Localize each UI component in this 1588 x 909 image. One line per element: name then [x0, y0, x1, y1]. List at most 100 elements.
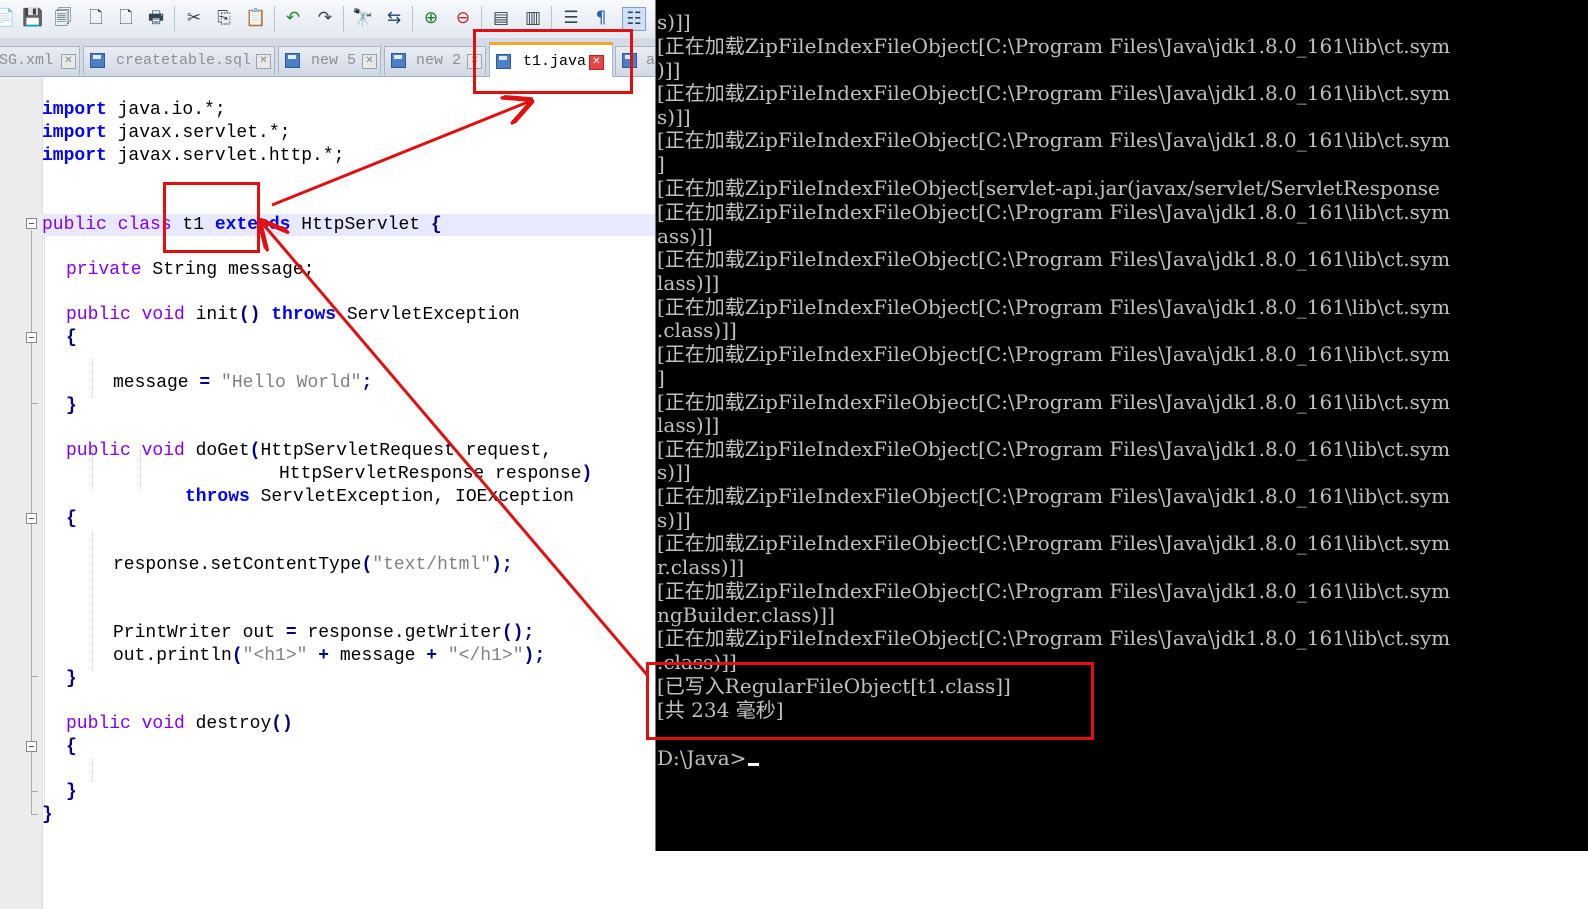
tab-createtable-sql[interactable]: createtable.sql ✕ — [83, 46, 275, 75]
save-all-icon[interactable]: 🗐 — [52, 7, 74, 29]
command-prompt-console[interactable]: s)]] [正在加载ZipFileIndexFileObject[C:\Progr… — [655, 0, 1588, 851]
desktop-background — [655, 851, 1588, 909]
replace-icon[interactable]: ⇆ — [383, 7, 405, 29]
zoom-out-icon[interactable]: ⊖ — [452, 7, 474, 29]
code-line: HttpServletResponse response) — [279, 463, 592, 485]
file-icon — [496, 54, 511, 69]
zoom-in-icon[interactable]: ⊕ — [420, 7, 442, 29]
redo-icon[interactable]: ↷ — [314, 7, 336, 29]
console-line: ngBuilder.class)]] — [657, 603, 835, 627]
sync-scroll-horizontal-icon[interactable]: ▥ — [522, 7, 544, 29]
code-line: response.setContentType("text/html"); — [113, 554, 513, 576]
code-text: ServletException, IOException — [249, 487, 574, 507]
code-text: message — [339, 646, 416, 666]
code-text: response.getWriter — [296, 623, 502, 643]
code-text: ServletException — [336, 305, 520, 325]
tab-t1-java[interactable]: t1.java ✕ — [489, 42, 613, 78]
brace: { — [66, 328, 77, 348]
operator: + — [415, 646, 448, 666]
fold-end-tick — [31, 676, 38, 677]
fold-end-tick — [31, 791, 38, 792]
close-icon[interactable]: ✕ — [256, 54, 271, 69]
fold-toggle-icon[interactable] — [26, 332, 37, 343]
operator: (); — [501, 623, 535, 643]
print-icon[interactable]: 🖶 — [145, 7, 167, 29]
indent-guide-icon[interactable]: ☷ — [622, 7, 646, 31]
code-line: import java.io.*; — [42, 99, 226, 121]
fold-toggle-icon[interactable] — [26, 513, 37, 524]
code-line: public void doGet(HttpServletRequest req… — [66, 440, 552, 462]
close-icon[interactable]: ✕ — [589, 55, 604, 70]
tab-sg-xml[interactable]: SG.xml ✕ — [0, 46, 80, 75]
console-line: lass)]] — [657, 271, 720, 295]
code-line: out.println("<h1>" + message + "</h1>"); — [113, 645, 545, 667]
find-icon[interactable]: 🔭 — [352, 7, 374, 29]
file-icon — [90, 53, 105, 68]
fold-end-tick — [31, 403, 38, 404]
code-text: message — [113, 373, 200, 393]
code-line: } — [66, 668, 77, 690]
fold-toggle-icon[interactable] — [26, 218, 37, 229]
brace: { — [66, 509, 77, 529]
close-all-icon[interactable]: 🗋 — [115, 7, 137, 29]
console-line: [正在加载ZipFileIndexFileObject[C:\Program F… — [657, 390, 1451, 414]
copy-icon[interactable]: ⎘ — [213, 7, 235, 29]
tab-label: new 5 — [311, 52, 357, 69]
console-line: .class)]] — [657, 650, 737, 674]
code-editor-window: 📄 💾 🗐 🗋 🗋 🖶 ✂ ⎘ 📋 ↶ ↷ 🔭 ⇆ ⊕ ⊖ ▤ ▥ ☰ ¶ ☷ … — [0, 0, 667, 909]
console-line: [正在加载ZipFileIndexFileObject[C:\Program F… — [657, 295, 1451, 319]
string-literal: "<h1>" — [242, 646, 308, 666]
indent-guide — [44, 237, 45, 807]
close-icon[interactable]: ✕ — [467, 54, 482, 69]
console-line: ] — [657, 152, 665, 176]
code-text: HttpServletRequest request, — [260, 441, 553, 461]
show-all-characters-icon[interactable]: ¶ — [590, 7, 612, 29]
console-line: [正在加载ZipFileIndexFileObject[C:\Program F… — [657, 626, 1451, 650]
code-text: HttpServletResponse response — [279, 464, 582, 484]
fold-end-tick — [31, 814, 38, 815]
console-line: [正在加载ZipFileIndexFileObject[servlet-api.… — [657, 176, 1440, 200]
operator: = — [199, 373, 211, 393]
indent-guide — [92, 532, 93, 670]
console-line: [正在加载ZipFileIndexFileObject[C:\Program F… — [657, 579, 1451, 603]
console-line: s)]] — [657, 10, 691, 34]
code-line: PrintWriter out = response.getWriter(); — [113, 622, 534, 644]
tab-new-5[interactable]: new 5 ✕ — [278, 46, 381, 75]
console-line: [正在加载ZipFileIndexFileObject[C:\Program F… — [657, 34, 1451, 58]
close-file-icon[interactable]: 🗋 — [85, 7, 107, 29]
operator: ); — [523, 646, 546, 666]
tab-new-2[interactable]: new 2 ✕ — [384, 46, 486, 75]
file-icon — [391, 53, 406, 68]
toolbar-separator — [274, 6, 275, 32]
code-line: { — [66, 508, 77, 530]
indent-guide — [92, 359, 93, 397]
word-wrap-icon[interactable]: ☰ — [560, 7, 582, 29]
console-line: s)]] — [657, 105, 691, 129]
operator: ); — [491, 555, 513, 575]
operator: = — [285, 623, 297, 643]
keyword: import — [42, 146, 107, 166]
undo-icon[interactable]: ↶ — [282, 7, 304, 29]
close-icon[interactable]: ✕ — [61, 54, 76, 69]
file-icon — [622, 53, 637, 68]
code-text: doGet — [184, 441, 250, 461]
toolbar-separator — [412, 6, 413, 32]
string-literal: "text/html" — [372, 555, 492, 575]
cut-icon[interactable]: ✂ — [183, 7, 205, 29]
close-icon[interactable]: ✕ — [362, 54, 377, 69]
tab-label: new 2 — [416, 52, 462, 69]
code-text: t1 — [171, 215, 215, 235]
toolbar-separator — [481, 6, 482, 32]
fold-margin — [0, 77, 43, 909]
tab-label: a — [646, 52, 656, 69]
code-text-area[interactable]: import java.io.*; import javax.servlet.*… — [0, 77, 655, 909]
operator: () — [271, 714, 293, 734]
fold-toggle-icon[interactable] — [26, 741, 37, 752]
paste-icon[interactable]: 📋 — [245, 7, 267, 29]
tab-label: SG.xml — [0, 52, 54, 69]
keyword: import — [42, 123, 107, 143]
new-file-icon[interactable]: 📄 — [0, 7, 16, 29]
console-line: [已写入RegularFileObject[t1.class]] — [657, 674, 1011, 698]
save-icon[interactable]: 💾 — [22, 7, 44, 29]
sync-scroll-vertical-icon[interactable]: ▤ — [490, 7, 512, 29]
